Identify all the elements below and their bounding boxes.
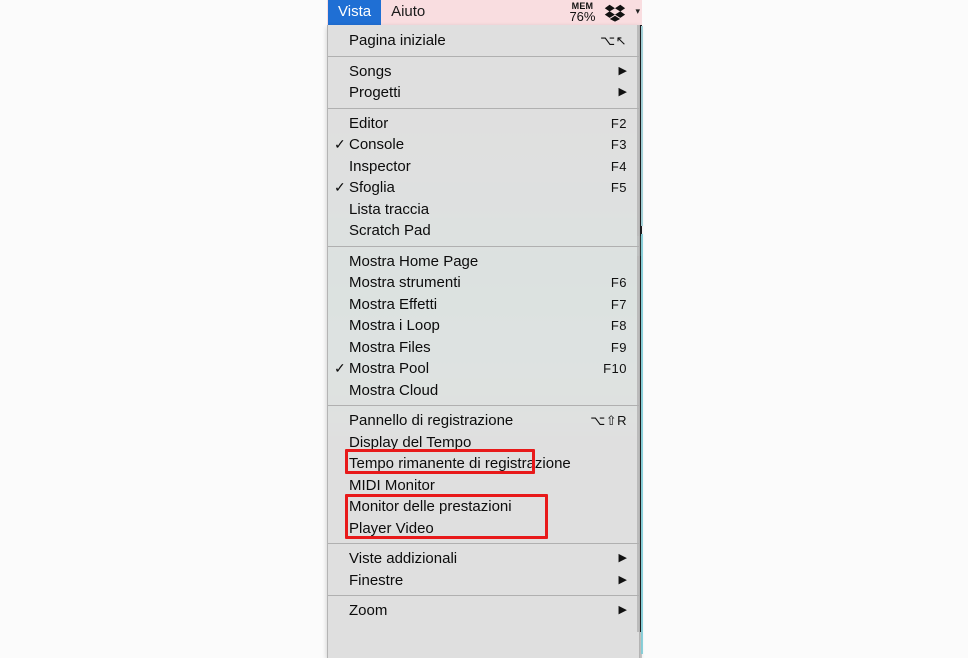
menu-item-finestre[interactable]: Finestre ▶ (328, 570, 639, 592)
menubar-item-aiuto[interactable]: Aiuto (381, 0, 435, 25)
menu-item-label: Mostra Home Page (349, 252, 479, 270)
menu-item-lista-traccia[interactable]: Lista traccia (328, 199, 639, 221)
menu-item-inspector[interactable]: Inspector F4 (328, 156, 639, 178)
menu-item-label: MIDI Monitor (349, 476, 435, 494)
menu-separator (328, 55, 639, 57)
checkmark-icon: ✓ (334, 136, 346, 153)
menu-item-label: Zoom (349, 602, 388, 619)
menu-item-shortcut: F4 (610, 158, 627, 174)
window-teal-sliver-top (641, 26, 643, 226)
menu-item-label: Tempo rimanente di registrazione (349, 455, 571, 472)
menu-separator (328, 595, 639, 596)
menu-item-label: Pagina iniziale (349, 32, 446, 49)
view-dropdown-menu: Pagina iniziale ⌥↖ Songs ▶ Progetti ▶ Editor F2… (327, 25, 640, 658)
menu-item-label: Sfoglia (349, 179, 395, 196)
menu-item-shortcut: ⌥⇧R (590, 412, 627, 428)
menu-item-label: Mostra strumenti (349, 274, 461, 291)
menu-item-label: Console (349, 136, 405, 153)
menu-item-mostra-pool[interactable]: ✓ Mostra Pool F10 (328, 358, 639, 380)
menu-item-pannello-di-registrazione[interactable]: Pannello di registrazione ⌥⇧R (328, 410, 639, 432)
screenshot-root: Vista Aiuto MEM 76% ▾ Pagina iniziale ⌥↖… (0, 0, 968, 658)
menu-item-label: Viste addizionali (349, 550, 458, 567)
menu-item-label: Songs (349, 62, 392, 80)
menu-separator (328, 245, 639, 247)
menu-item-editor[interactable]: Editor F2 (328, 113, 639, 135)
menu-item-label: Display del Tempo (349, 433, 472, 451)
menu-bar-status-area: MEM 76% ▾ (569, 2, 642, 24)
submenu-arrow-icon: ▶ (618, 604, 627, 617)
menu-item-label: Monitor delle prestazioni (349, 498, 512, 515)
menu-item-pagina-iniziale[interactable]: Pagina iniziale ⌥↖ (328, 30, 639, 52)
memory-usage-indicator[interactable]: MEM 76% (569, 2, 596, 24)
menu-item-label: Lista traccia (349, 200, 430, 218)
menu-item-label: Mostra Effetti (349, 295, 438, 313)
menu-item-shortcut: F2 (610, 115, 627, 131)
dropbox-icon[interactable] (604, 4, 626, 22)
menu-item-mostra-strumenti[interactable]: Mostra strumenti F6 (328, 272, 639, 294)
menu-item-label: Finestre (349, 571, 404, 589)
menu-bar: Vista Aiuto MEM 76% ▾ (327, 0, 642, 25)
submenu-arrow-icon: ▶ (618, 64, 627, 77)
menu-item-label: Player Video (349, 519, 434, 537)
submenu-arrow-icon: ▶ (618, 573, 627, 586)
menu-item-scratch-pad[interactable]: Scratch Pad (328, 220, 639, 242)
menu-item-mostra-effetti[interactable]: Mostra Effetti F7 (328, 294, 639, 316)
menu-item-label: Inspector (349, 157, 411, 175)
menu-item-mostra-i-loop[interactable]: Mostra i Loop F8 (328, 315, 639, 337)
menu-item-sfoglia[interactable]: ✓ Sfoglia F5 (328, 177, 639, 199)
menu-separator (328, 405, 639, 406)
menu-item-viste-addizionali[interactable]: Viste addizionali ▶ (328, 548, 639, 570)
menu-item-label: Mostra i Loop (349, 317, 440, 334)
menu-item-tempo-rimanente-di-registrazione[interactable]: Tempo rimanente di registrazione (328, 453, 639, 475)
menu-item-label: Mostra Pool (349, 360, 430, 377)
menu-item-mostra-cloud[interactable]: Mostra Cloud (328, 380, 639, 402)
menu-item-display-del-tempo[interactable]: Display del Tempo (328, 432, 639, 454)
menu-item-shortcut: F6 (610, 275, 627, 291)
window-teal-sliver (641, 234, 643, 654)
submenu-arrow-icon: ▶ (618, 86, 627, 99)
menu-item-shortcut: F9 (610, 339, 627, 355)
menu-item-player-video[interactable]: Player Video (328, 518, 639, 540)
menubar-item-vista[interactable]: Vista (328, 0, 382, 25)
menu-item-mostra-files[interactable]: Mostra Files F9 (328, 337, 639, 359)
menu-item-label: Pannello di registrazione (349, 412, 514, 429)
memory-value: 76% (569, 9, 596, 24)
menu-item-shortcut: F7 (610, 296, 627, 312)
menu-item-console[interactable]: ✓ Console F3 (328, 134, 639, 156)
menu-item-shortcut: F8 (610, 318, 627, 334)
menu-item-label: Mostra Cloud (349, 381, 439, 399)
chevron-down-icon[interactable]: ▾ (635, 6, 640, 19)
menu-item-progetti[interactable]: Progetti ▶ (328, 82, 639, 104)
menu-item-shortcut: F5 (610, 180, 627, 196)
menu-item-label: Mostra Files (349, 338, 431, 356)
menu-separator (328, 543, 639, 544)
menu-item-label: Progetti (349, 84, 401, 101)
menu-item-zoom[interactable]: Zoom ▶ (328, 600, 639, 622)
menu-item-label: Editor (349, 114, 389, 132)
checkmark-icon: ✓ (334, 179, 346, 196)
menu-separator (328, 107, 639, 109)
menu-item-shortcut: ⌥↖ (600, 32, 627, 48)
menu-item-shortcut: F3 (610, 137, 627, 153)
menu-item-shortcut: F10 (603, 361, 627, 377)
menu-item-midi-monitor[interactable]: MIDI Monitor (328, 475, 639, 497)
menu-item-monitor-delle-prestazioni[interactable]: Monitor delle prestazioni (328, 496, 639, 518)
submenu-arrow-icon: ▶ (618, 552, 627, 565)
checkmark-icon: ✓ (334, 360, 346, 377)
menu-item-mostra-home-page[interactable]: Mostra Home Page (328, 251, 639, 273)
menu-item-songs[interactable]: Songs ▶ (328, 61, 639, 83)
menu-item-label: Scratch Pad (349, 222, 431, 239)
